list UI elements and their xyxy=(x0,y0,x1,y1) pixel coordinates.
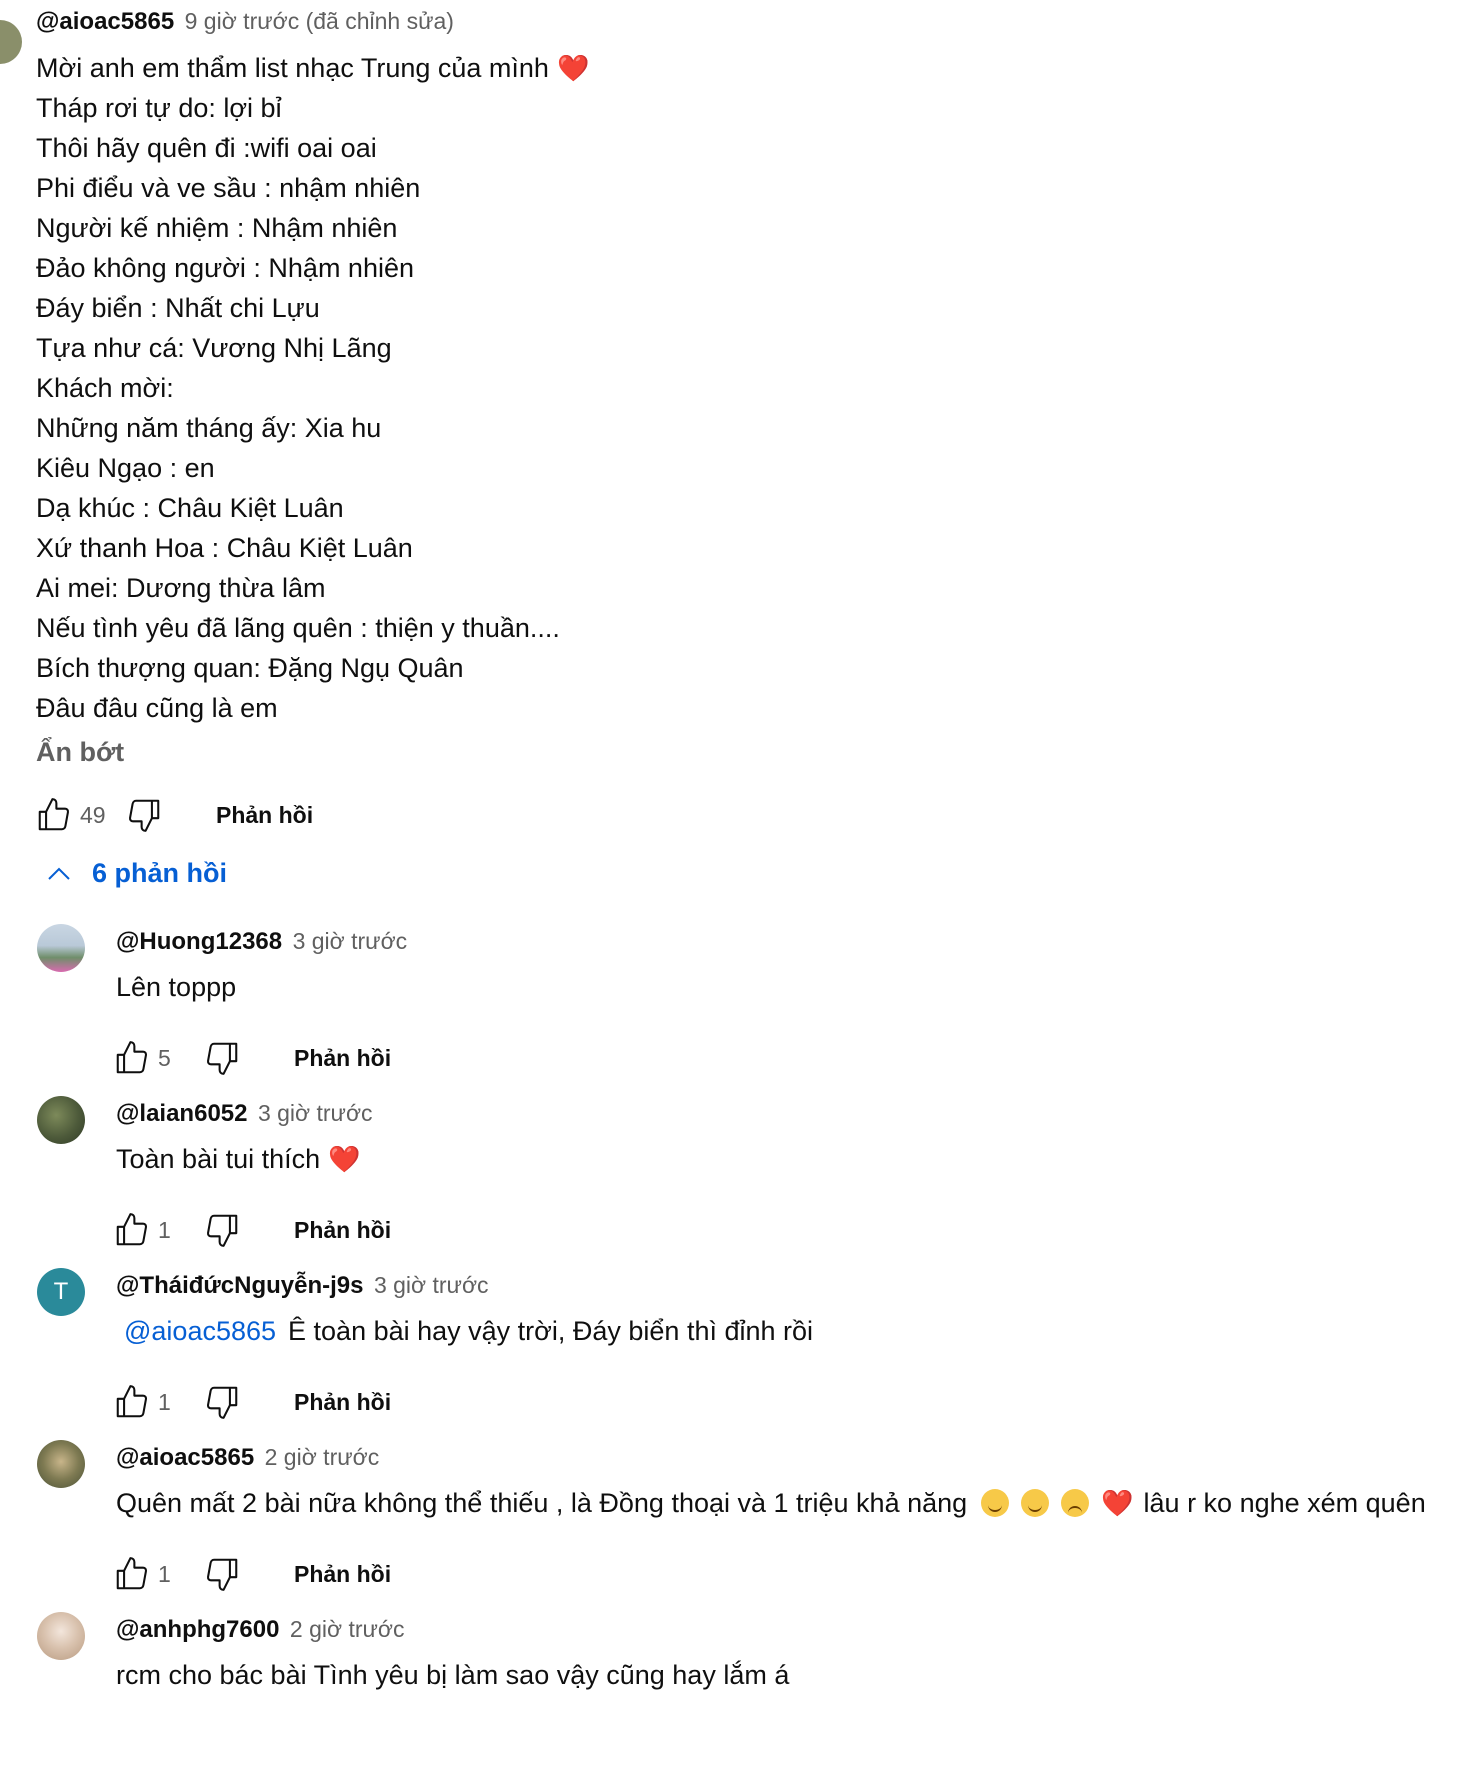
reply-actions: 1 Phản hồi xyxy=(110,1206,391,1254)
reply-text: Lên toppp xyxy=(116,972,237,1002)
reply-time[interactable]: 2 giờ trước xyxy=(290,1616,405,1642)
comment-line: Tháp rơi tự do: lợi bỉ xyxy=(36,93,282,123)
reply-time[interactable]: 3 giờ trước xyxy=(258,1100,373,1126)
comment-line: Mời anh em thẩm list nhạc Trung của mình… xyxy=(36,53,590,84)
reply-actions: 1 Phản hồi xyxy=(110,1550,391,1598)
grinning-sweat-emoji-icon xyxy=(1021,1489,1050,1517)
comment-line: Người kế nhiệm : Nhậm nhiên xyxy=(36,213,398,243)
reply-header: @Huong12368 3 giờ trước xyxy=(116,928,407,956)
like-count: 5 xyxy=(158,1044,171,1071)
comment-line: Phi điểu và ve sầu : nhậm nhiên xyxy=(36,173,421,203)
reply-author[interactable]: @anhphg7600 xyxy=(116,1616,279,1643)
mention-link[interactable]: @aioac5865 xyxy=(124,1316,276,1346)
avatar[interactable] xyxy=(0,20,22,64)
chevron-up-icon xyxy=(48,867,70,880)
reply-button[interactable]: Phản hồi xyxy=(216,802,313,829)
heart-emoji-icon: ❤️ xyxy=(1101,1489,1134,1519)
thumb-down-icon xyxy=(206,1558,238,1591)
reply-header: @laian6052 3 giờ trước xyxy=(116,1100,373,1128)
thumb-up-icon xyxy=(116,1213,148,1246)
reply-author[interactable]: @TháiđứcNguyễn-j9s xyxy=(116,1272,364,1299)
reply-actions: 5 Phản hồi xyxy=(110,1034,391,1082)
reply-time[interactable]: 2 giờ trước xyxy=(265,1444,380,1470)
dislike-button[interactable] xyxy=(200,1552,244,1596)
comment-line: Nếu tình yêu đã lãng quên : thiện y thuầ… xyxy=(36,613,560,643)
heart-emoji-icon: ❤️ xyxy=(556,54,590,84)
like-count: 1 xyxy=(158,1216,171,1243)
thumb-up-icon xyxy=(38,798,70,831)
comment-line: Kiêu Ngạo : en xyxy=(36,453,215,483)
thumb-up-icon xyxy=(116,1385,148,1418)
heart-emoji-icon: ❤️ xyxy=(328,1145,361,1175)
comment-time[interactable]: 9 giờ trước (đã chỉnh sửa) xyxy=(185,8,454,34)
comment-line: Thôi hãy quên đi :wifi oai oai xyxy=(36,133,377,163)
like-button[interactable] xyxy=(110,1208,154,1252)
thumb-up-icon xyxy=(116,1557,148,1590)
reply-author[interactable]: @laian6052 xyxy=(116,1100,247,1127)
reply-item: @anhphg7600 2 giờ trước rcm cho bác bài … xyxy=(0,1612,1464,1784)
reply-header: @aioac5865 2 giờ trước xyxy=(116,1444,379,1472)
comment-line: Đảo không người : Nhậm nhiên xyxy=(36,253,414,283)
reply-item: @Huong12368 3 giờ trước Lên toppp 5 Phản… xyxy=(0,924,1464,1096)
reply-item: T @TháiđứcNguyễn-j9s 3 giờ trước @aioac5… xyxy=(0,1268,1464,1440)
like-button[interactable] xyxy=(110,1552,154,1596)
reply-text: Toàn bài tui thích ❤️ xyxy=(116,1144,361,1175)
comment-line: Dạ khúc : Châu Kiệt Luân xyxy=(36,493,344,523)
avatar[interactable] xyxy=(37,1096,85,1144)
dislike-button[interactable] xyxy=(200,1208,244,1252)
like-count: 49 xyxy=(80,801,106,828)
comment-author[interactable]: @aioac5865 xyxy=(36,8,174,35)
replies-count-label: 6 phản hồi xyxy=(92,858,227,888)
crying-emoji-icon xyxy=(1061,1489,1090,1517)
thumb-down-icon xyxy=(128,799,160,832)
avatar[interactable] xyxy=(37,1440,85,1488)
comment-line: Khách mời: xyxy=(36,373,174,403)
comment-line: Ai mei: Dương thừa lâm xyxy=(36,573,326,603)
comment-line: Đâu đâu cũng là em xyxy=(36,693,278,723)
dislike-button[interactable] xyxy=(122,793,166,837)
thumb-down-icon xyxy=(206,1214,238,1247)
grinning-sweat-emoji-icon xyxy=(981,1489,1010,1517)
avatar[interactable] xyxy=(37,1612,85,1660)
thumb-down-icon xyxy=(206,1042,238,1075)
like-button[interactable] xyxy=(32,793,76,837)
thumb-down-icon xyxy=(206,1386,238,1419)
like-button[interactable] xyxy=(110,1380,154,1424)
like-button[interactable] xyxy=(110,1036,154,1080)
show-less-button[interactable]: Ẩn bớt xyxy=(36,737,124,768)
reply-time[interactable]: 3 giờ trước xyxy=(374,1272,489,1298)
comment-body: Mời anh em thẩm list nhạc Trung của mình… xyxy=(36,48,589,728)
avatar[interactable] xyxy=(37,924,85,972)
reply-text: @aioac5865 Ê toàn bài hay vậy trời, Đáy b… xyxy=(124,1316,814,1346)
comment-header: @aioac5865 9 giờ trước (đã chỉnh sửa) xyxy=(36,8,454,36)
reply-text: Quên mất 2 bài nữa không thể thiếu , là … xyxy=(116,1488,1426,1519)
replies-toggle[interactable]: 6 phản hồi xyxy=(44,858,227,889)
like-count: 1 xyxy=(158,1388,171,1415)
reply-header: @anhphg7600 2 giờ trước xyxy=(116,1616,405,1644)
reply-actions: 1 Phản hồi xyxy=(110,1378,391,1426)
thumb-up-icon xyxy=(116,1041,148,1074)
dislike-button[interactable] xyxy=(200,1036,244,1080)
comment-line: Tựa như cá: Vương Nhị Lãng xyxy=(36,333,392,363)
comment-line: Những năm tháng ấy: Xia hu xyxy=(36,413,382,443)
dislike-button[interactable] xyxy=(200,1380,244,1424)
avatar[interactable]: T xyxy=(37,1268,85,1316)
comment-line: Đáy biển : Nhất chi Lựu xyxy=(36,293,320,323)
reply-text: rcm cho bác bài Tình yêu bị làm sao vậy … xyxy=(116,1660,790,1690)
reply-item: @aioac5865 2 giờ trước Quên mất 2 bài nữ… xyxy=(0,1440,1464,1612)
reply-header: @TháiđứcNguyễn-j9s 3 giờ trước xyxy=(116,1272,489,1300)
reply-button[interactable]: Phản hồi xyxy=(294,1561,391,1588)
reply-button[interactable]: Phản hồi xyxy=(294,1389,391,1416)
reply-item: @laian6052 3 giờ trước Toàn bài tui thíc… xyxy=(0,1096,1464,1268)
reply-button[interactable]: Phản hồi xyxy=(294,1217,391,1244)
reply-button[interactable]: Phản hồi xyxy=(294,1045,391,1072)
reply-time[interactable]: 3 giờ trước xyxy=(293,928,408,954)
reply-author[interactable]: @aioac5865 xyxy=(116,1444,254,1471)
comment-actions: 49 Phản hồi xyxy=(32,791,313,839)
reply-author[interactable]: @Huong12368 xyxy=(116,928,282,955)
comment-line: Xứ thanh Hoa : Châu Kiệt Luân xyxy=(36,533,413,563)
comment-line: Bích thượng quan: Đặng Ngụ Quân xyxy=(36,653,464,683)
like-count: 1 xyxy=(158,1560,171,1587)
